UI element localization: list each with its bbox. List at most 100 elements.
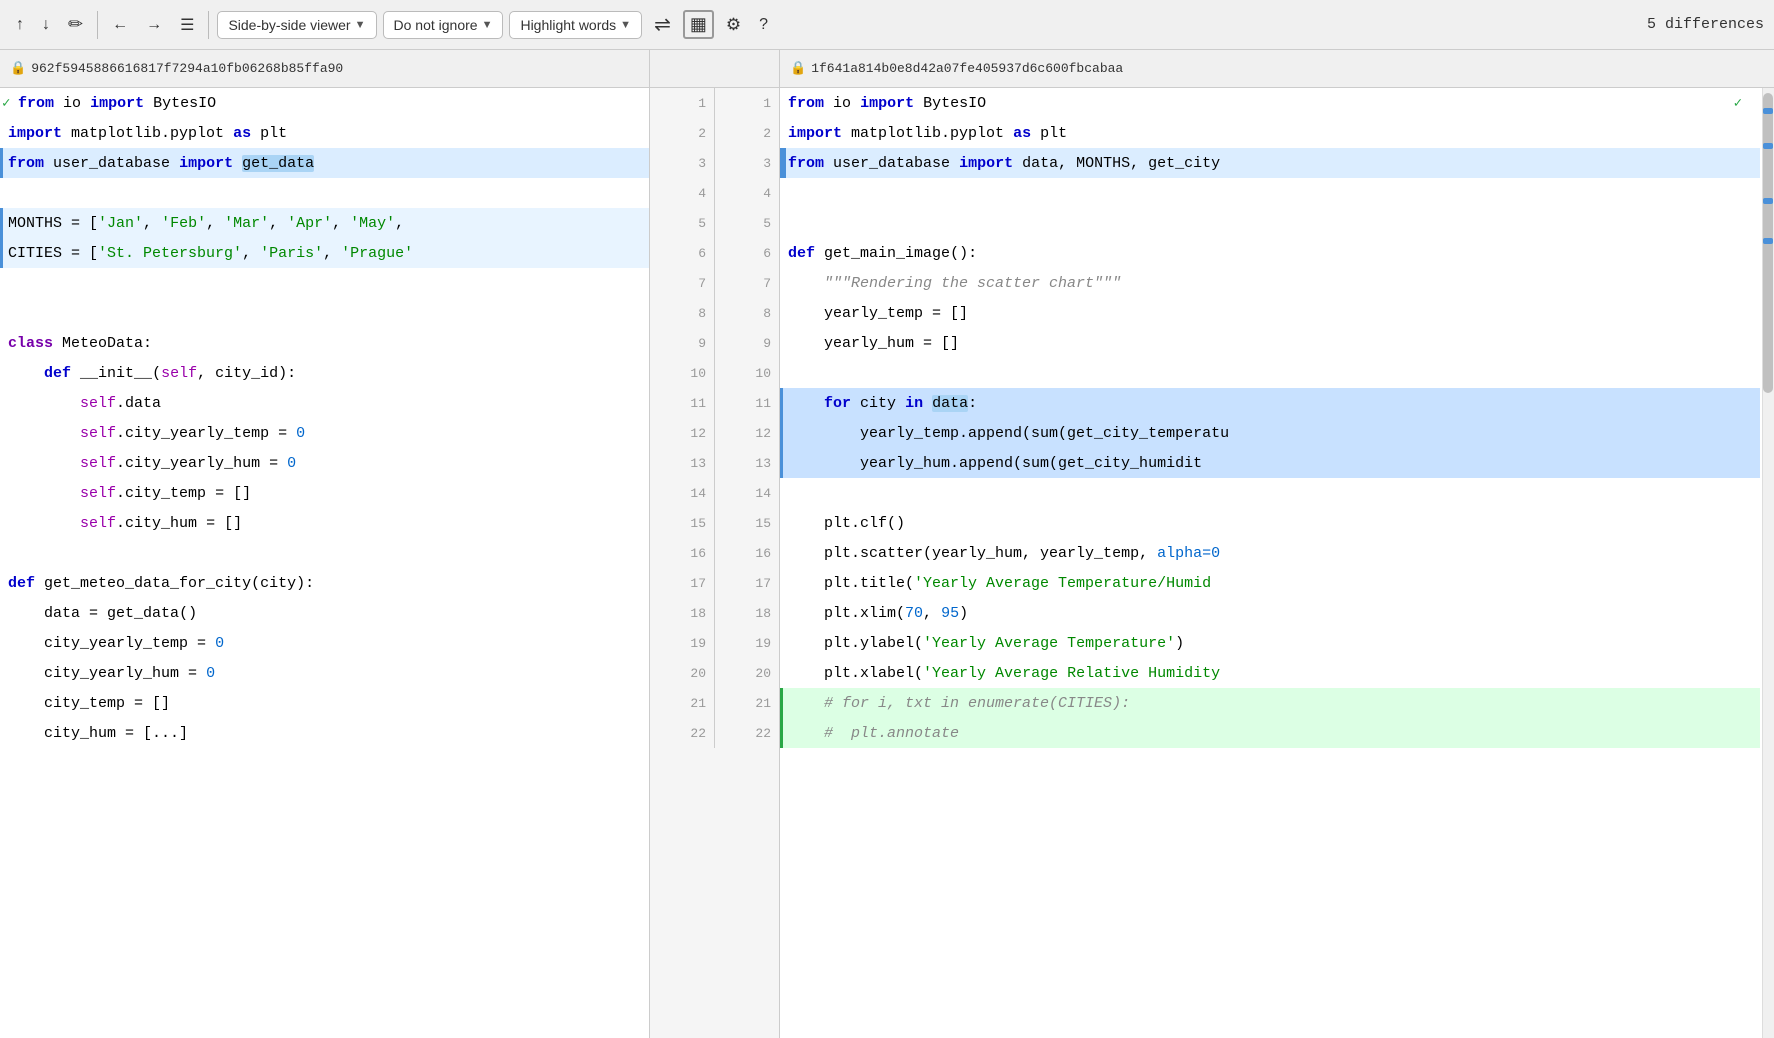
ln-row-12: 12 12: [650, 418, 779, 448]
nav-up-button[interactable]: ↑: [10, 12, 30, 38]
ln-row-11: 11 11: [650, 388, 779, 418]
r-yearly-hum-append: yearly_hum.append(sum(get_city_humidit: [860, 455, 1202, 472]
ln-left-16: 16: [650, 546, 714, 561]
left-line-8: [0, 298, 649, 328]
ln-right-9: 9: [715, 336, 779, 351]
r-docstring: """Rendering the scatter chart""": [824, 275, 1121, 292]
str-paris: 'Paris': [260, 245, 323, 262]
var-cyt: city_yearly_temp: [44, 635, 188, 652]
left-checkmark-1: ✓: [2, 95, 10, 112]
viewer-label: Side-by-side viewer: [228, 17, 350, 33]
ln-row-17: 17 17: [650, 568, 779, 598]
kw-import-2: import: [8, 125, 62, 142]
scrollbar-diff-marker-4: [1763, 238, 1773, 244]
highlight-dropdown[interactable]: Highlight words ▼: [509, 11, 642, 39]
ln-left-3: 3: [650, 156, 714, 171]
attr-cyt: city_yearly_temp: [125, 425, 269, 442]
help-button[interactable]: ?: [753, 12, 774, 38]
str-prague: 'Prague': [341, 245, 413, 262]
ln-row-7: 7 7: [650, 268, 779, 298]
alias-plt-2: plt: [260, 125, 287, 142]
ln-left-22: 22: [650, 726, 714, 741]
ln-left-18: 18: [650, 606, 714, 621]
r-plt-scatter: plt.scatter(yearly_hum, yearly_temp,: [824, 545, 1157, 562]
var-cities: CITIES: [8, 245, 62, 262]
attr-ct: city_temp: [125, 485, 206, 502]
right-checkmark-1: ✓: [1734, 95, 1742, 112]
r-var-yh: yearly_hum: [824, 335, 914, 352]
ln-row-15: 15 15: [650, 508, 779, 538]
kw-as-2: as: [233, 125, 251, 142]
kw-def-gmdc: def: [8, 575, 35, 592]
ignore-dropdown[interactable]: Do not ignore ▼: [383, 11, 504, 39]
diff-area: ✓ from io import BytesIO import matplotl…: [0, 88, 1774, 1038]
right-file-header: 🔒 1f641a814b0e8d42a07fe405937d6c600fbcab…: [780, 50, 1774, 87]
param-city-id: city_id: [215, 365, 278, 382]
self-ct-kw: self: [80, 485, 116, 502]
ln-row-6: 6 6: [650, 238, 779, 268]
ln-right-10: 10: [715, 366, 779, 381]
ln-right-18: 18: [715, 606, 779, 621]
right-line-18: plt.xlim(70, 95): [780, 598, 1760, 628]
right-line-14: [780, 478, 1760, 508]
right-line-3: from user_database import data, MONTHS, …: [780, 148, 1760, 178]
mod-user-db: user_database: [53, 155, 170, 172]
left-line-18: data = get_data(): [0, 598, 649, 628]
r-xlabel-str: 'Yearly Average Relative Humidity: [923, 665, 1220, 682]
left-line-14: self.city_temp = []: [0, 478, 649, 508]
r-kw-for: for: [824, 395, 851, 412]
left-line-12: self.city_yearly_temp = 0: [0, 418, 649, 448]
ln-row-19: 19 19: [650, 628, 779, 658]
ln-right-14: 14: [715, 486, 779, 501]
left-line-2: import matplotlib.pyplot as plt: [0, 118, 649, 148]
fn-gmdc: get_meteo_data_for_city: [44, 575, 251, 592]
settings-button[interactable]: ⚙: [720, 11, 747, 39]
ln-left-4: 4: [650, 186, 714, 201]
arrow-right-button[interactable]: →: [140, 12, 168, 38]
ln-left-6: 6: [650, 246, 714, 261]
r-xlim-70: 70: [905, 605, 923, 622]
ln-right-22: 22: [715, 726, 779, 741]
ln-row-16: 16 16: [650, 538, 779, 568]
list-button[interactable]: ☰: [174, 11, 200, 39]
self-data-kw: self: [80, 395, 116, 412]
arrow-left-button[interactable]: ←: [106, 12, 134, 38]
right-line-1: from io import BytesIO ✓: [780, 88, 1760, 118]
kw-import-1: import: [90, 95, 144, 112]
left-line-13: self.city_yearly_hum = 0: [0, 448, 649, 478]
r-highlighted-data: data: [932, 395, 968, 412]
num-0-local-cyh: 0: [206, 665, 215, 682]
ln-row-14: 14 14: [650, 478, 779, 508]
ln-right-13: 13: [715, 456, 779, 471]
r-kw-import-1: import: [860, 95, 914, 112]
right-scrollbar[interactable]: [1762, 88, 1774, 1038]
ln-right-3: 3: [715, 156, 779, 171]
viewer-dropdown[interactable]: Side-by-side viewer ▼: [217, 11, 376, 39]
kw-def-init: def: [44, 365, 71, 382]
ln-left-7: 7: [650, 276, 714, 291]
r-kw-from-1: from: [788, 95, 824, 112]
nav-down-button[interactable]: ↓: [36, 12, 56, 38]
edit-button[interactable]: ✏: [62, 10, 89, 39]
r-import-get-city: get_city: [1148, 155, 1220, 172]
diff-count: 5 differences: [1647, 16, 1764, 33]
r-import-data: data,: [1022, 155, 1067, 172]
left-file-header: 🔒 962f5945886616817f7294a10fb06268b85ffa…: [0, 50, 650, 87]
self-cyt-kw: self: [80, 425, 116, 442]
left-line-9: class MeteoData:: [0, 328, 649, 358]
view-toggle-button[interactable]: ▦: [683, 10, 714, 39]
left-line-21: city_temp = []: [0, 688, 649, 718]
ln-row-2: 2 2: [650, 118, 779, 148]
r-var-city: city: [860, 395, 896, 412]
scrollbar-diff-marker-3: [1763, 198, 1773, 204]
self-init: self: [161, 365, 197, 382]
left-line-5: MONTHS = ['Jan', 'Feb', 'Mar', 'Apr', 'M…: [0, 208, 649, 238]
r-mod-io: io: [833, 95, 851, 112]
r-alpha-param: alpha=0: [1157, 545, 1220, 562]
columns-icon-button[interactable]: ⇌: [648, 8, 677, 41]
ln-left-20: 20: [650, 666, 714, 681]
right-line-9: yearly_hum = []: [780, 328, 1760, 358]
ln-left-1: 1: [650, 96, 714, 111]
str-feb: 'Feb': [161, 215, 206, 232]
right-file-hash: 1f641a814b0e8d42a07fe405937d6c600fbcabaa: [811, 61, 1123, 76]
